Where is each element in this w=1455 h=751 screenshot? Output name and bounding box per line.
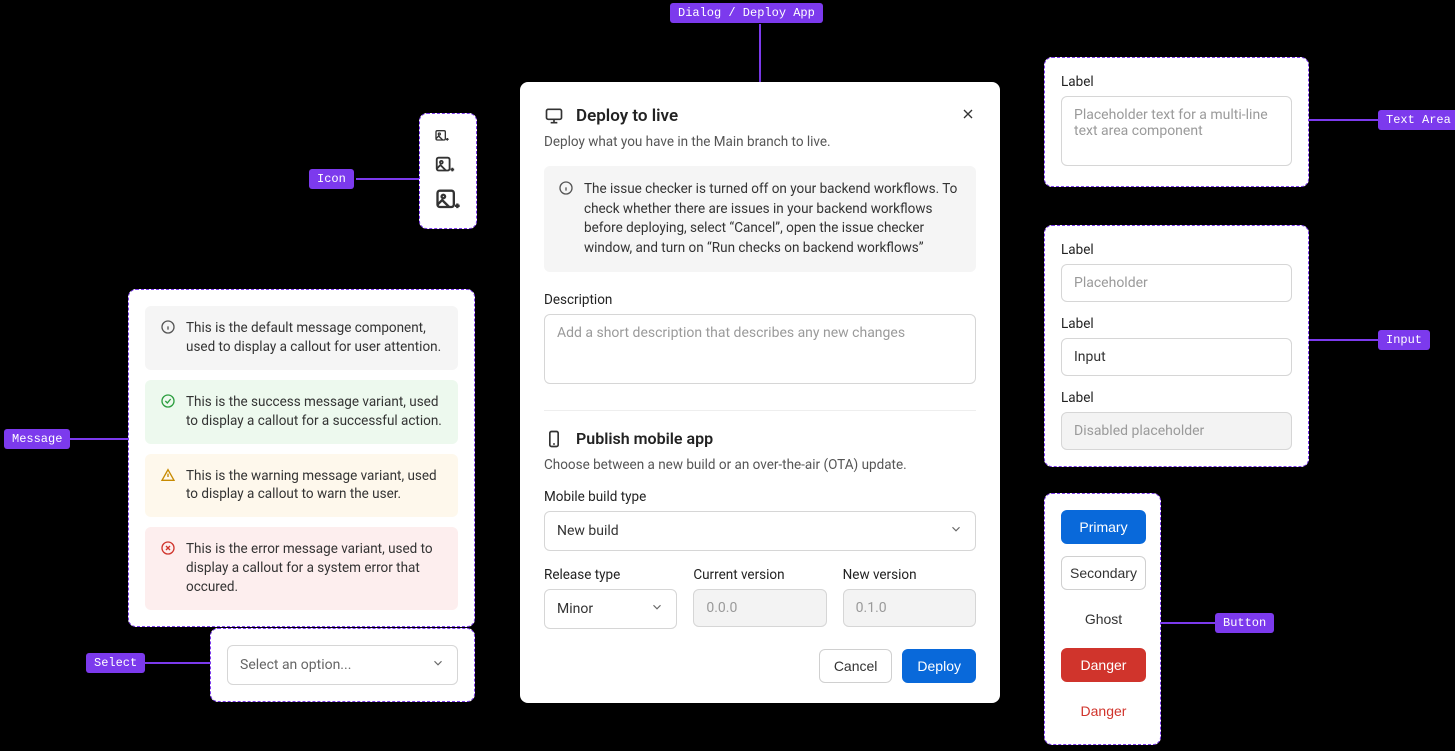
release-label: Release type: [544, 567, 677, 583]
info-icon: [558, 180, 574, 196]
description-label: Description: [544, 292, 976, 308]
message-text: This is the error message variant, used …: [186, 540, 443, 597]
input-label: Label: [1061, 390, 1292, 406]
release-select[interactable]: Minor: [544, 589, 677, 629]
mobile-title: Publish mobile app: [576, 429, 976, 448]
select-placeholder: Select an option...: [240, 657, 351, 673]
textarea-example[interactable]: [1061, 96, 1292, 166]
annotation-line: [759, 24, 761, 82]
textarea-panel: Label: [1044, 57, 1309, 187]
annotation-dialog: Dialog / Deploy App: [670, 3, 823, 23]
annotation-icon: Icon: [309, 169, 354, 189]
chevron-down-icon: [650, 600, 664, 618]
annotation-input: Input: [1378, 330, 1430, 350]
buildtype-select[interactable]: New build: [544, 511, 976, 551]
message-error: This is the error message variant, used …: [145, 527, 458, 610]
input-disabled: [1061, 412, 1292, 450]
warning-triangle-icon: [160, 467, 176, 483]
image-plus-icon: [434, 186, 462, 214]
inputs-panel: Label Label Label: [1044, 225, 1309, 467]
deploy-button[interactable]: Deploy: [902, 649, 976, 683]
annotation-textarea: Text Area: [1378, 110, 1455, 130]
select-panel: Select an option...: [210, 628, 475, 702]
x-circle-icon: [160, 540, 176, 556]
image-plus-icon: [434, 128, 462, 144]
deploy-dialog: Deploy to live Deploy what you have in t…: [520, 82, 1000, 703]
icon-panel: [419, 113, 477, 229]
select-example[interactable]: Select an option...: [227, 645, 458, 685]
cancel-button[interactable]: Cancel: [819, 649, 893, 683]
close-icon[interactable]: [960, 106, 976, 126]
current-version-label: Current version: [693, 567, 826, 583]
danger-button[interactable]: Danger: [1061, 648, 1146, 682]
annotation-line: [64, 438, 128, 440]
message-text: This is the default message component, u…: [186, 319, 443, 357]
annotation-line: [1309, 339, 1378, 341]
mobile-icon: [544, 429, 564, 453]
description-textarea[interactable]: [544, 314, 976, 384]
mobile-sub: Choose between a new build or an over-th…: [544, 457, 976, 473]
dialog-title: Deploy to live: [576, 106, 948, 126]
message-success: This is the success message variant, use…: [145, 380, 458, 444]
message-text: This is the success message variant, use…: [186, 393, 443, 431]
danger-ghost-button[interactable]: Danger: [1061, 694, 1146, 728]
info-text: The issue checker is turned off on your …: [584, 181, 957, 256]
separator: [544, 410, 976, 411]
new-version-label: New version: [843, 567, 976, 583]
release-value: Minor: [557, 601, 593, 617]
annotation-message: Message: [4, 429, 70, 449]
current-version-input: [693, 589, 826, 627]
annotation-line: [1309, 119, 1378, 121]
chevron-down-icon: [949, 522, 963, 540]
annotation-line: [140, 662, 210, 664]
buttons-panel: Primary Secondary Ghost Danger Danger: [1044, 493, 1161, 745]
new-version-input: [843, 589, 976, 627]
message-panel: This is the default message component, u…: [128, 289, 475, 627]
info-icon: [160, 319, 176, 335]
annotation-button: Button: [1215, 613, 1274, 633]
annotation-line: [1161, 622, 1215, 624]
input-filled[interactable]: [1061, 338, 1292, 376]
image-plus-icon: [434, 154, 462, 176]
ghost-button[interactable]: Ghost: [1061, 602, 1146, 636]
buildtype-label: Mobile build type: [544, 489, 976, 505]
annotation-line: [356, 178, 419, 180]
dialog-subtitle: Deploy what you have in the Main branch …: [544, 134, 976, 150]
buildtype-value: New build: [557, 523, 619, 539]
primary-button[interactable]: Primary: [1061, 510, 1146, 544]
info-callout: The issue checker is turned off on your …: [544, 166, 976, 272]
input-label: Label: [1061, 316, 1292, 332]
secondary-button[interactable]: Secondary: [1061, 556, 1146, 590]
chevron-down-icon: [431, 656, 445, 674]
message-default: This is the default message component, u…: [145, 306, 458, 370]
message-text: This is the warning message variant, use…: [186, 467, 443, 505]
input-placeholder[interactable]: [1061, 264, 1292, 302]
message-warning: This is the warning message variant, use…: [145, 454, 458, 518]
check-circle-icon: [160, 393, 176, 409]
textarea-label: Label: [1061, 74, 1292, 90]
annotation-select: Select: [86, 653, 145, 673]
monitor-icon: [544, 106, 564, 130]
input-label: Label: [1061, 242, 1292, 258]
